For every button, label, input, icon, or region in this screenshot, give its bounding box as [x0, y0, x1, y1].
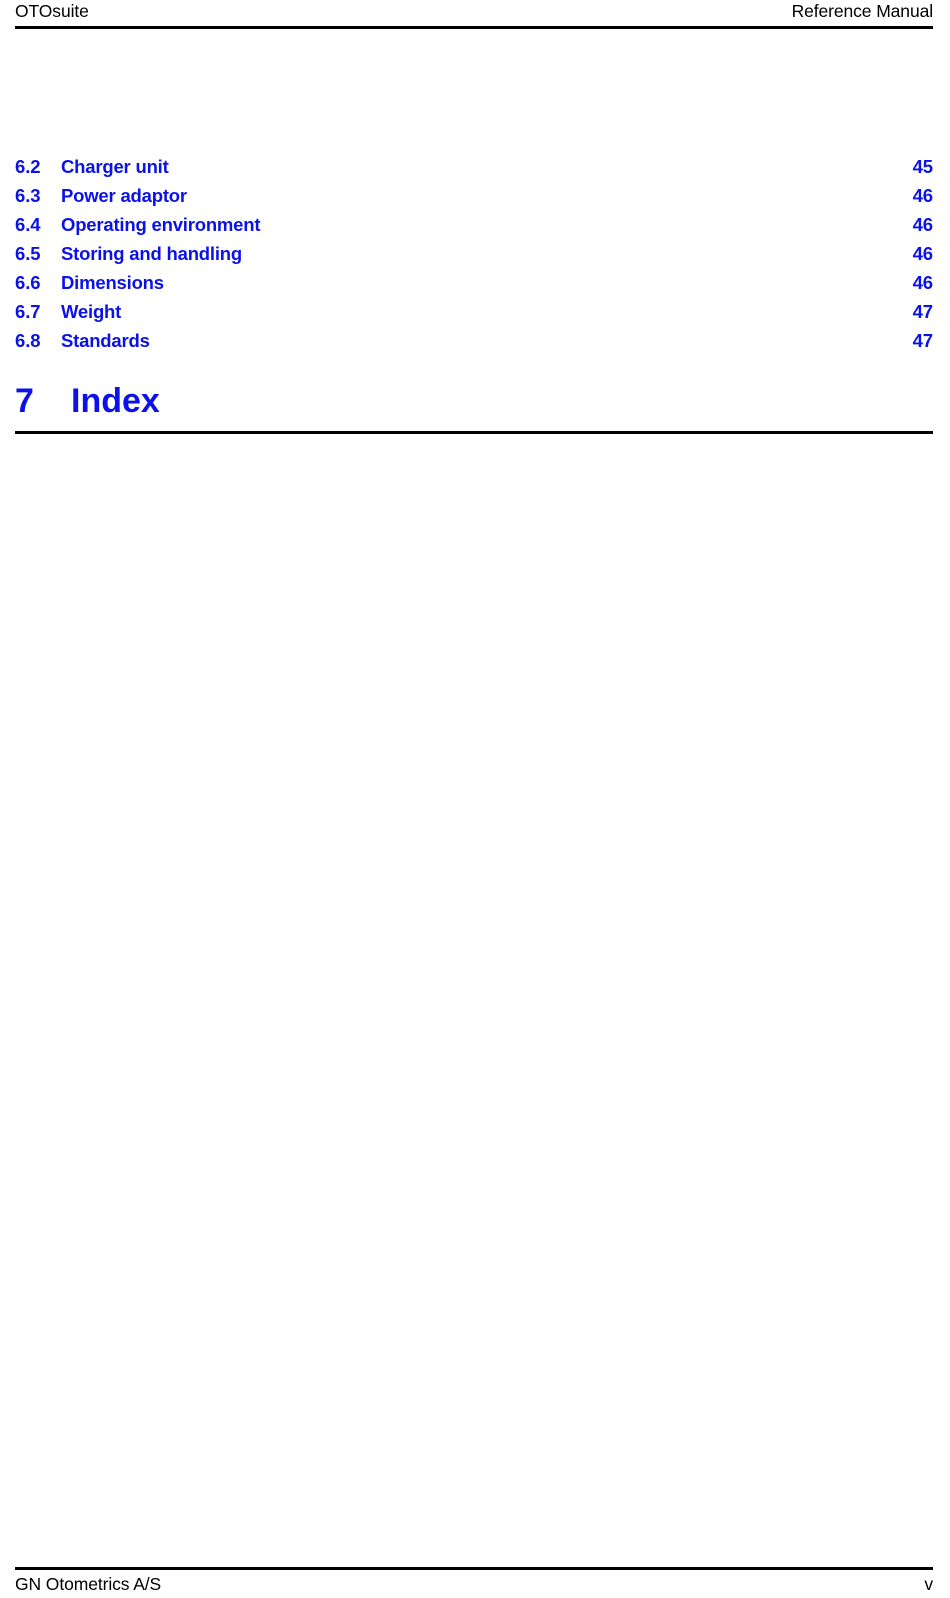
toc-entry-page-number: 46 — [912, 185, 933, 206]
toc-entry-number: 6.2 — [15, 156, 41, 177]
footer-company-name: GN Otometrics A/S — [15, 1574, 162, 1594]
page-header: OTOsuite Reference Manual — [15, 0, 933, 29]
toc-entry-number: 6.8 — [15, 330, 41, 351]
toc-entry-title: Weight — [61, 301, 122, 322]
toc-dot-leader — [150, 329, 904, 348]
toc-entry[interactable]: 6.4 Operating environment 46 — [15, 210, 933, 239]
footer-page-number: v — [924, 1574, 933, 1594]
toc-entry-number: 6.5 — [15, 243, 41, 264]
toc-entry-title: Dimensions — [61, 272, 164, 293]
toc-entry-list: 6.2 Charger unit 45 6.3 Power adaptor 46 6.4 Op… — [15, 152, 933, 355]
toc-entry-number: 6.4 — [15, 214, 41, 235]
toc-entry-title: Standards — [61, 330, 150, 351]
toc-entry-number: 6.6 — [15, 272, 41, 293]
toc-entry-number: 6.7 — [15, 301, 41, 322]
toc-entry[interactable]: 6.6 Dimensions 46 — [15, 268, 933, 297]
toc-dot-leader — [260, 213, 904, 232]
toc-entry-number: 6.3 — [15, 185, 41, 206]
header-document-title: Reference Manual — [791, 1, 934, 21]
toc-entry-page-number: 46 — [912, 243, 933, 264]
chapter-number: 7 — [15, 382, 34, 420]
toc-entry-title: Storing and handling — [61, 243, 242, 264]
table-of-contents: 6.2 Charger unit 45 6.3 Power adaptor 46 6.4 Op… — [15, 152, 933, 434]
toc-entry[interactable]: 6.3 Power adaptor 46 — [15, 181, 933, 210]
toc-entry-title: Power adaptor — [61, 185, 187, 206]
toc-entry-title: Operating environment — [61, 214, 261, 235]
toc-entry[interactable]: 6.8 Standards 47 — [15, 326, 933, 355]
chapter-title: Index — [71, 382, 160, 420]
toc-entry-page-number: 47 — [912, 330, 933, 351]
toc-dot-leader — [242, 242, 904, 261]
toc-dot-leader — [164, 271, 904, 290]
chapter-heading-index[interactable]: 7 Index — [15, 381, 933, 434]
toc-entry-title: Charger unit — [61, 156, 169, 177]
toc-entry[interactable]: 6.5 Storing and handling 46 — [15, 239, 933, 268]
header-product-name: OTOsuite — [15, 1, 89, 21]
toc-entry-page-number: 46 — [912, 214, 933, 235]
toc-dot-leader — [121, 300, 904, 319]
toc-dot-leader — [169, 155, 904, 174]
page-footer: GN Otometrics A/S v — [15, 1567, 933, 1598]
toc-entry[interactable]: 6.2 Charger unit 45 — [15, 152, 933, 181]
toc-entry-page-number: 45 — [912, 156, 933, 177]
toc-entry[interactable]: 6.7 Weight 47 — [15, 297, 933, 326]
toc-dot-leader — [187, 184, 904, 203]
toc-entry-page-number: 46 — [912, 272, 933, 293]
toc-entry-page-number: 47 — [912, 301, 933, 322]
